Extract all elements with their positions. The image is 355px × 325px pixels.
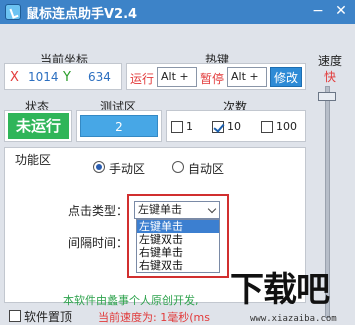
click-type-label: 点击类型： <box>68 204 129 218</box>
run-label: 运行 <box>130 72 155 86</box>
app-icon <box>5 4 21 20</box>
always-on-top-checkbox[interactable] <box>9 310 21 322</box>
dropdown-option[interactable]: 右键双击 <box>137 259 219 272</box>
chevron-down-icon <box>207 204 217 214</box>
test-click-area[interactable]: 2 <box>80 115 158 137</box>
modify-hotkey-button[interactable]: 修改 <box>270 67 302 87</box>
title-bar: 鼠标连点助手V2.4 − ✕ <box>0 0 355 24</box>
interval-label: 间隔时间： <box>68 236 129 250</box>
speed-slider-thumb[interactable] <box>318 92 336 101</box>
pause-label: 暂停 <box>200 72 225 86</box>
click-type-select-value: 左键单击 <box>138 203 182 216</box>
close-button[interactable]: ✕ <box>332 3 350 21</box>
times-panel: 1 10 100 <box>166 110 306 142</box>
test-panel: 2 <box>76 110 162 142</box>
speed-value-label: 快 <box>324 70 337 84</box>
click-type-select[interactable]: 左键单击 <box>134 201 220 219</box>
function-title: 功能区 <box>15 153 52 167</box>
click-type-dropdown: 左键单击 左键双击 右键单击 右键双击 <box>136 219 220 273</box>
times-checkbox-100[interactable] <box>261 121 273 133</box>
x-value: 1014 <box>28 70 59 84</box>
y-label: Y <box>63 70 71 85</box>
window-title: 鼠标连点助手V2.4 <box>26 7 138 22</box>
window-body: 当前坐标 X 1014 Y 634 热键 运行 Alt + 暂停 Alt + 修… <box>0 24 355 325</box>
auto-mode-radio[interactable] <box>172 161 184 173</box>
times-label-100: 100 <box>276 120 297 133</box>
watermark-logo: 下载吧 <box>230 270 330 310</box>
dropdown-option[interactable]: 左键双击 <box>137 233 219 246</box>
dropdown-option[interactable]: 左键单击 <box>137 220 219 233</box>
dropdown-option[interactable]: 右键单击 <box>137 246 219 259</box>
times-checkbox-10[interactable] <box>212 121 224 133</box>
hotkey-panel: 运行 Alt + 暂停 Alt + 修改 <box>126 63 306 90</box>
always-on-top-label: 软件置顶 <box>24 310 73 324</box>
coords-panel: X 1014 Y 634 <box>4 63 122 90</box>
speed-title: 速度 <box>318 54 343 68</box>
y-value: 634 <box>88 70 111 84</box>
footer-note: 本软件由蠡事个人原创开发, <box>63 294 199 307</box>
times-label-1: 1 <box>186 120 193 133</box>
auto-mode-label: 自动区 <box>188 162 225 176</box>
status-panel: 未运行 <box>4 110 72 142</box>
times-checkbox-1[interactable] <box>171 121 183 133</box>
watermark-url: www.xiazaiba.com <box>250 314 337 324</box>
times-label-10: 10 <box>227 120 241 133</box>
run-hotkey-input[interactable]: Alt + <box>157 67 197 87</box>
current-speed-text: 当前速度为: 1毫秒(ms <box>98 311 210 324</box>
manual-mode-label: 手动区 <box>109 162 146 176</box>
pause-hotkey-input[interactable]: Alt + <box>227 67 267 87</box>
x-label: X <box>10 70 19 85</box>
manual-mode-radio[interactable] <box>93 161 105 173</box>
status-badge: 未运行 <box>8 113 69 139</box>
minimize-button[interactable]: − <box>309 3 327 21</box>
